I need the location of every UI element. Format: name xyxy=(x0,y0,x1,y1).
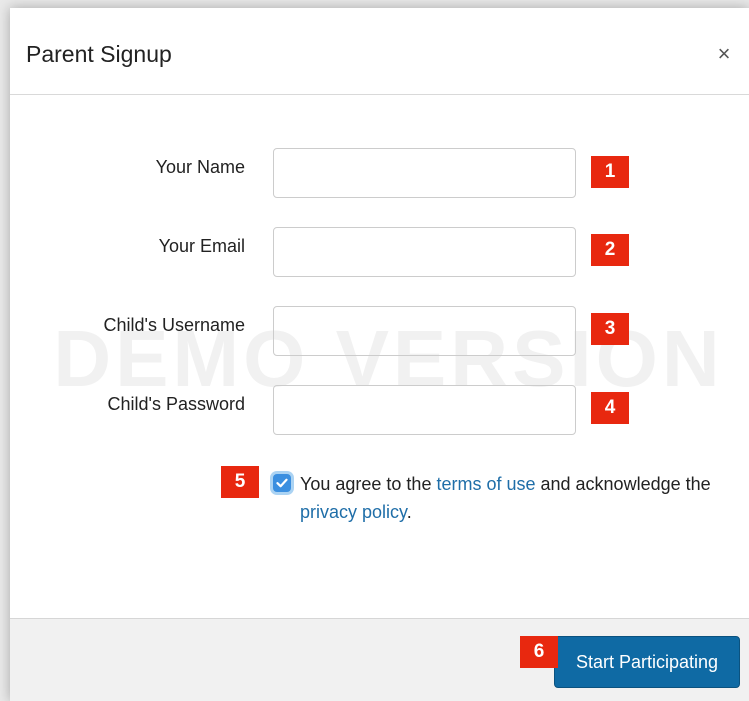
agree-text: You agree to the terms of use and acknow… xyxy=(300,470,730,526)
your-name-label: Your Name xyxy=(155,157,245,177)
agree-text-after: . xyxy=(406,502,412,522)
agree-text-before: You agree to the xyxy=(300,474,437,494)
modal-header: Parent Signup × xyxy=(10,8,749,95)
your-email-input[interactable] xyxy=(273,227,576,277)
childs-password-input[interactable] xyxy=(273,385,576,435)
terms-of-use-link[interactable]: terms of use xyxy=(436,474,535,494)
your-name-input[interactable] xyxy=(273,148,576,198)
step-badge-6: 6 xyxy=(520,636,558,668)
start-participating-button[interactable]: Start Participating xyxy=(554,636,740,688)
step-badge-2: 2 xyxy=(591,234,629,266)
step-badge-5: 5 xyxy=(221,466,259,498)
childs-username-label: Child's Username xyxy=(103,315,246,335)
step-badge-1: 1 xyxy=(591,156,629,188)
agree-text-middle: and acknowledge the xyxy=(535,474,711,494)
check-icon xyxy=(276,478,288,488)
modal-title: Parent Signup xyxy=(26,41,172,67)
close-icon[interactable]: × xyxy=(713,43,735,65)
step-badge-3: 3 xyxy=(591,313,629,345)
childs-username-input[interactable] xyxy=(273,306,576,356)
agree-checkbox[interactable] xyxy=(273,474,291,492)
privacy-policy-link[interactable]: privacy policy xyxy=(300,502,407,522)
step-badge-4: 4 xyxy=(591,392,629,424)
your-email-label: Your Email xyxy=(158,236,245,256)
childs-password-label: Child's Password xyxy=(107,394,246,414)
parent-signup-modal: Parent Signup × DEMO VERSION Your Name 1… xyxy=(10,8,749,701)
